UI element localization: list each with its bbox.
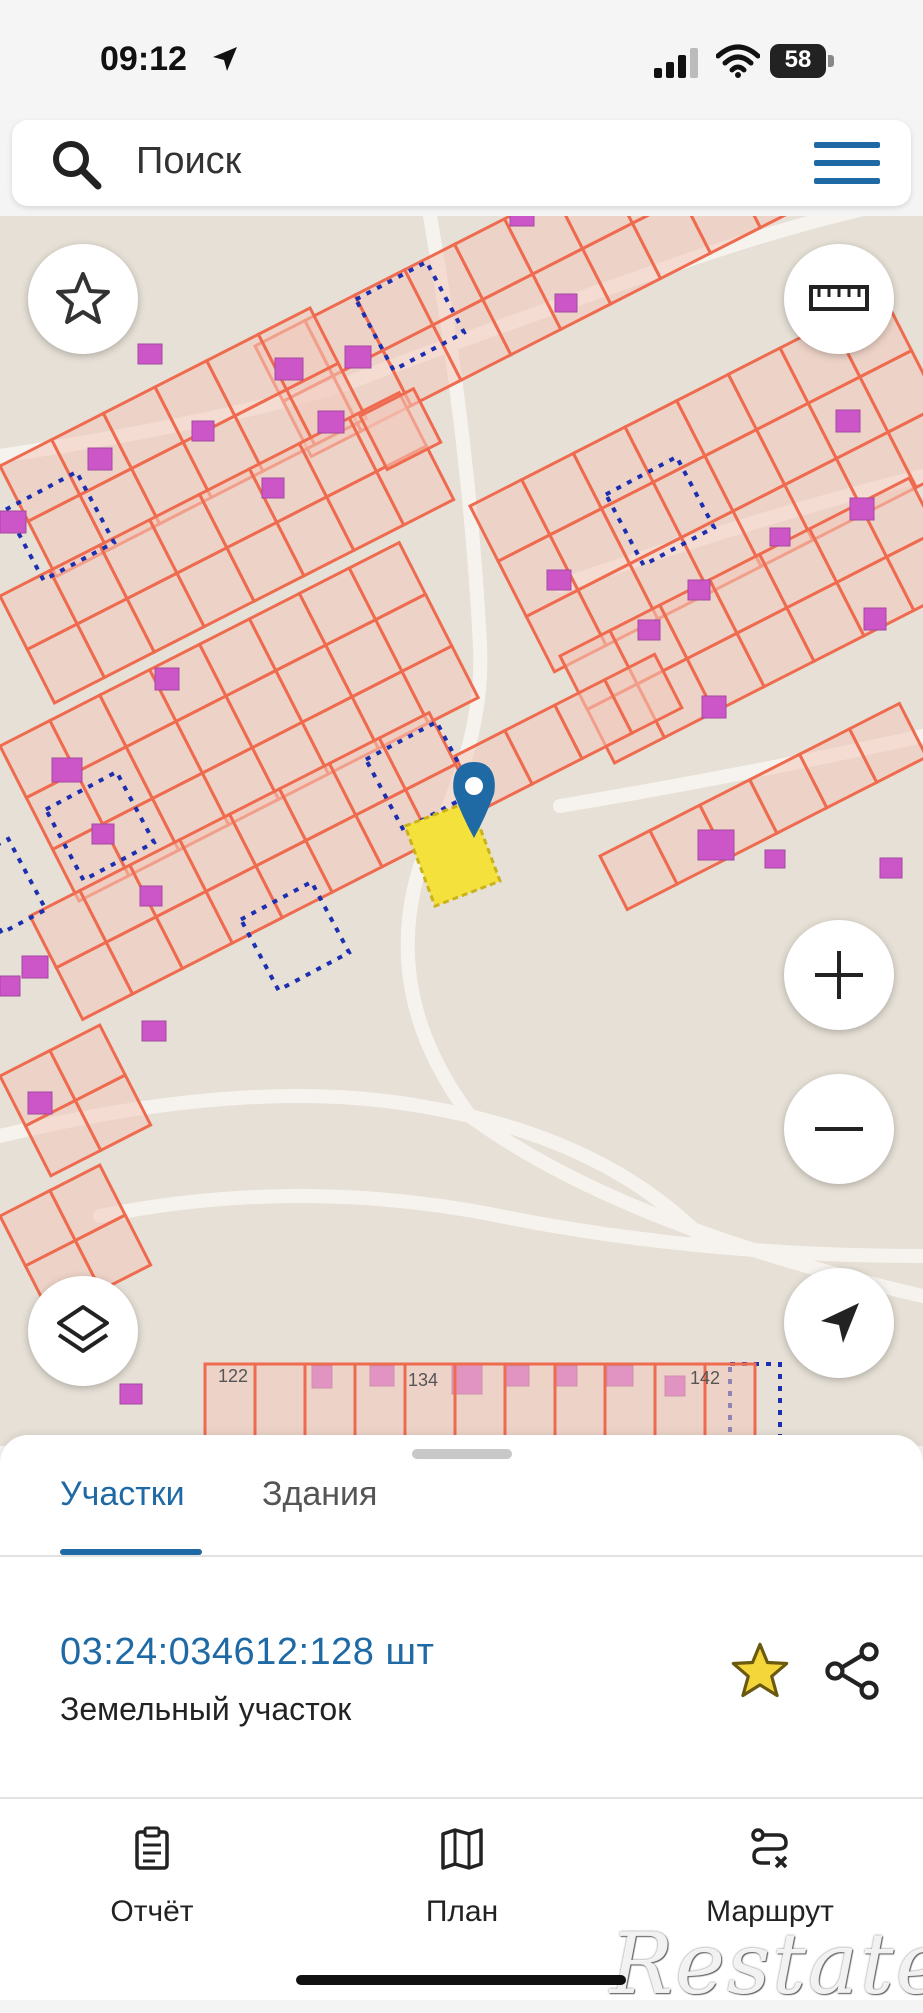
status-time: 09:12	[100, 40, 187, 78]
object-type: Земельный участок	[60, 1691, 352, 1727]
wifi-icon	[716, 44, 760, 78]
bottom-plot-row[interactable]	[203, 1362, 757, 1446]
plot-label-122: 122	[218, 1366, 248, 1386]
nav-plan[interactable]: План	[362, 1825, 562, 1929]
sheet-divider	[0, 1797, 923, 1799]
status-bar: 09:12 58	[0, 0, 923, 118]
navigation-arrow-icon	[821, 1303, 859, 1343]
share-icon[interactable]	[820, 1639, 884, 1703]
tabs-divider	[0, 1555, 923, 1557]
nav-route[interactable]: Маршрут	[670, 1825, 870, 1929]
minus-icon	[815, 1127, 863, 1131]
plot-label-134: 134	[408, 1370, 438, 1390]
zoom-in-button[interactable]	[784, 920, 894, 1030]
battery-indicator: 58	[770, 44, 836, 78]
menu-icon[interactable]	[812, 138, 882, 188]
bottom-navigation: Отчёт План Маршрут Restate	[0, 1805, 923, 2013]
nav-report-label: Отчёт	[110, 1895, 194, 1928]
cadastral-map[interactable]: 122 134 142	[0, 216, 923, 1446]
report-icon	[135, 1826, 169, 1870]
ruler-icon	[809, 285, 869, 311]
plot-label-142: 142	[690, 1368, 720, 1388]
nav-plan-label: План	[425, 1895, 499, 1928]
search-icon[interactable]	[48, 136, 104, 192]
my-location-button[interactable]	[784, 1268, 894, 1378]
bottom-sheet[interactable]: Участки Здания 03:24:034612:128 шт Земел…	[0, 1435, 923, 1805]
sheet-drag-handle[interactable]	[412, 1449, 512, 1459]
map-icon	[441, 1828, 483, 1870]
zoom-out-button[interactable]	[784, 1074, 894, 1184]
favorites-button[interactable]	[28, 244, 138, 354]
search-bar[interactable]: Поиск	[12, 120, 911, 206]
star-outline-icon	[56, 272, 110, 324]
search-input[interactable]: Поиск	[136, 140, 241, 183]
cellular-signal-icon	[654, 48, 698, 78]
plus-icon	[815, 951, 863, 999]
restate-watermark: Restate	[610, 1915, 923, 2013]
ruler-button[interactable]	[784, 244, 894, 354]
parcel-block[interactable]	[0, 1023, 153, 1178]
nav-report[interactable]: Отчёт	[52, 1825, 252, 1929]
map-canvas[interactable]: 122 134 142	[0, 216, 923, 1446]
location-arrow-icon	[213, 47, 237, 71]
cadastral-number-link[interactable]: 03:24:034612:128 шт	[60, 1631, 434, 1674]
layers-button[interactable]	[28, 1276, 138, 1386]
battery-level: 58	[784, 46, 812, 73]
home-indicator	[296, 1975, 626, 1985]
tab-plots[interactable]: Участки	[60, 1475, 185, 1514]
route-icon	[751, 1828, 788, 1869]
favorite-star-icon[interactable]	[728, 1639, 792, 1703]
layers-icon	[57, 1305, 109, 1353]
tab-buildings[interactable]: Здания	[262, 1475, 377, 1514]
